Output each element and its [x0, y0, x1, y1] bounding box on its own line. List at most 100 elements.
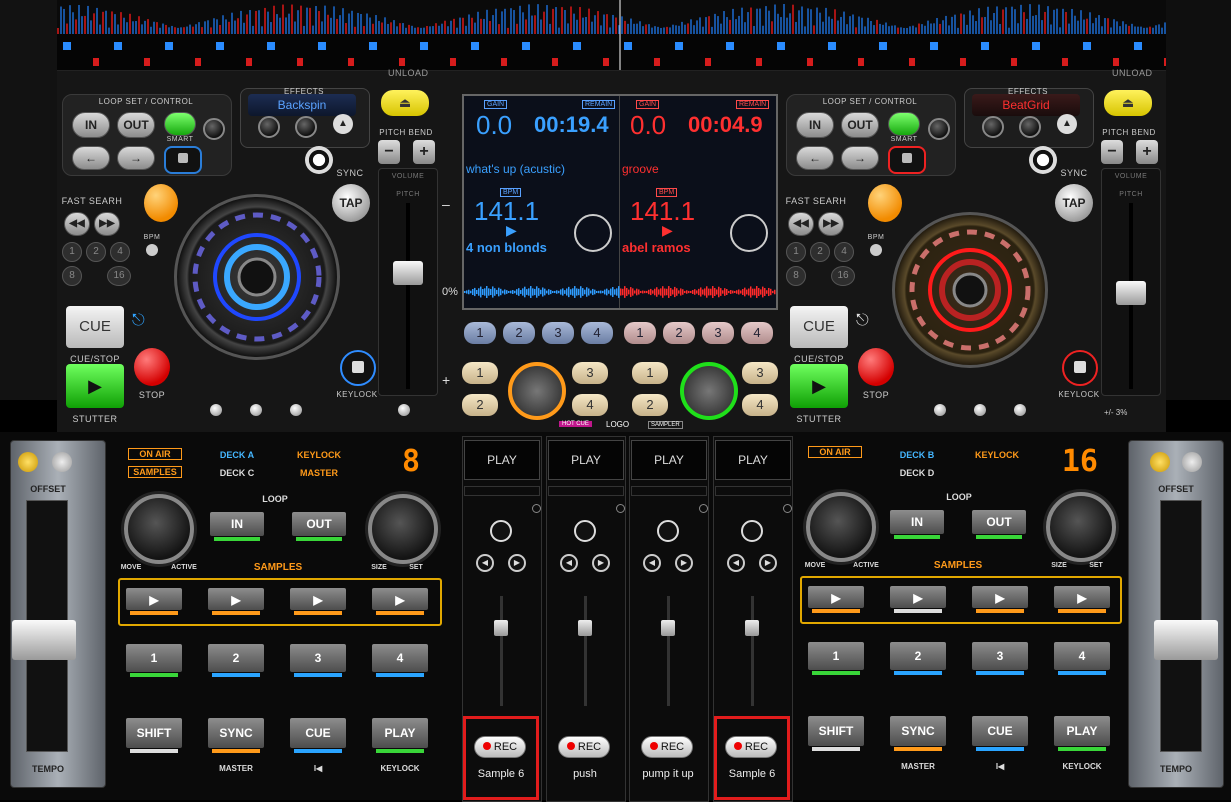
- loop-in-button-a[interactable]: IN: [72, 112, 110, 138]
- hotcue-b-2[interactable]: 2: [663, 322, 695, 344]
- eject-button-a[interactable]: ⏏: [381, 90, 429, 116]
- cue-button-b[interactable]: CUE: [790, 306, 848, 348]
- pitch-fader-a[interactable]: VOLUME PITCH: [378, 168, 438, 396]
- pad-left-1[interactable]: 1: [126, 644, 182, 677]
- stop-button-a[interactable]: [134, 348, 170, 386]
- offset-plus-button-left[interactable]: [52, 452, 72, 472]
- next-icon[interactable]: ▶: [592, 554, 610, 572]
- bottom-dot-a-3[interactable]: [290, 404, 302, 416]
- tap-button-a[interactable]: TAP: [332, 184, 370, 222]
- hotcue-b-4[interactable]: 4: [741, 322, 773, 344]
- channel-play-button-4[interactable]: PLAY: [715, 440, 791, 480]
- sampler-a-3[interactable]: 3: [572, 362, 608, 384]
- keylock-button-b[interactable]: [1062, 350, 1098, 386]
- sample-play-right-2[interactable]: ▶: [890, 586, 946, 613]
- jog-wheel-b[interactable]: [892, 212, 1048, 368]
- deck-d-label[interactable]: DECK D: [892, 468, 942, 478]
- orange-ball-button-a[interactable]: [144, 184, 178, 222]
- fx-knob-1-b[interactable]: [982, 116, 1004, 138]
- cue-button-a[interactable]: CUE: [66, 306, 124, 348]
- deck-b-label[interactable]: DECK B: [892, 450, 942, 460]
- pitch-bend-plus-a[interactable]: +: [413, 140, 435, 164]
- headphones-icon-a[interactable]: ⎋: [132, 312, 150, 330]
- loop-next-button-a[interactable]: →: [117, 146, 155, 170]
- channel-fader-3[interactable]: [661, 620, 675, 636]
- pitch-bend-minus-a[interactable]: −: [378, 140, 400, 164]
- bottom-dot-a-1[interactable]: [210, 404, 222, 416]
- sampler-b-1[interactable]: 1: [632, 362, 668, 384]
- fx-knob-1-a[interactable]: [258, 116, 280, 138]
- loop-prev-button-a[interactable]: ←: [72, 146, 110, 170]
- loop-num-b-16[interactable]: 16: [831, 266, 855, 286]
- pitch-bend-plus-b[interactable]: +: [1136, 140, 1158, 164]
- sampler-tag[interactable]: SAMPLER: [648, 421, 683, 429]
- loop-out-right[interactable]: OUT: [972, 510, 1026, 539]
- loop-knob-b[interactable]: [928, 118, 950, 140]
- sample-play-right-3[interactable]: ▶: [972, 586, 1028, 613]
- loop-knob-a[interactable]: [203, 118, 225, 140]
- loop-move-knob-right[interactable]: [806, 492, 876, 562]
- pitch-bend-minus-b[interactable]: −: [1101, 140, 1123, 164]
- pad-left-2[interactable]: 2: [208, 644, 264, 677]
- hotcue-a-4[interactable]: 4: [581, 322, 613, 344]
- next-icon[interactable]: ▶: [759, 554, 777, 572]
- sample-play-right-4[interactable]: ▶: [1054, 586, 1110, 613]
- bottom-dot-b-2[interactable]: [974, 404, 986, 416]
- offset-plus-button-right[interactable]: [1182, 452, 1202, 472]
- channel-play-button-3[interactable]: PLAY: [631, 440, 707, 480]
- prev-icon[interactable]: ◀: [643, 554, 661, 572]
- loop-size-knob-left[interactable]: [368, 494, 438, 564]
- rewind-button-a[interactable]: ◀◀: [64, 212, 90, 236]
- effect-display-a[interactable]: Backspin: [248, 94, 356, 116]
- bottom-dot-b-1[interactable]: [934, 404, 946, 416]
- loop-num-b-4[interactable]: 4: [834, 242, 854, 262]
- forward-button-b[interactable]: ▶▶: [818, 212, 844, 236]
- sampler-knob-b[interactable]: [680, 362, 738, 420]
- effect-display-b[interactable]: BeatGrid: [972, 94, 1080, 116]
- loop-num-a-8[interactable]: 8: [62, 266, 82, 286]
- loop-out-left[interactable]: OUT: [292, 512, 346, 541]
- play-button-b[interactable]: ▶: [790, 364, 848, 408]
- channel-fader-1[interactable]: [494, 620, 508, 636]
- offset-minus-button-left[interactable]: [18, 452, 38, 472]
- jog-wheel-a[interactable]: [174, 194, 340, 360]
- pad-right-4[interactable]: 4: [1054, 642, 1110, 675]
- tempo-cap-right[interactable]: [1154, 620, 1218, 660]
- loop-num-a-16[interactable]: 16: [107, 266, 131, 286]
- prev-icon[interactable]: ◀: [476, 554, 494, 572]
- hotcue-b-1[interactable]: 1: [624, 322, 656, 344]
- loop-num-a-2[interactable]: 2: [86, 242, 106, 262]
- tap-button-b[interactable]: TAP: [1055, 184, 1093, 222]
- shift-button-right[interactable]: SHIFT: [808, 716, 864, 751]
- power-icon[interactable]: [574, 520, 596, 542]
- sampler-b-3[interactable]: 3: [742, 362, 778, 384]
- sample-play-left-2[interactable]: ▶: [208, 588, 264, 615]
- next-icon[interactable]: ▶: [675, 554, 693, 572]
- play-button-left[interactable]: PLAY: [372, 718, 428, 753]
- keylock-button-a[interactable]: [340, 350, 376, 386]
- sampler-b-4[interactable]: 4: [742, 394, 778, 416]
- hotcue-a-1[interactable]: 1: [464, 322, 496, 344]
- loop-size-knob-right[interactable]: [1046, 492, 1116, 562]
- eject-button-b[interactable]: ⏏: [1104, 90, 1152, 116]
- loop-prev-button-b[interactable]: ←: [796, 146, 834, 170]
- loop-in-button-b[interactable]: IN: [796, 112, 834, 138]
- loop-out-button-a[interactable]: OUT: [117, 112, 155, 138]
- bottom-dot-b-3[interactable]: [1014, 404, 1026, 416]
- pitch-cap-b[interactable]: [1116, 281, 1146, 305]
- sampler-knob-a[interactable]: [508, 362, 566, 420]
- loop-num-b-1[interactable]: 1: [786, 242, 806, 262]
- loop-out-button-b[interactable]: OUT: [841, 112, 879, 138]
- play-button-right[interactable]: PLAY: [1054, 716, 1110, 751]
- headphones-icon-b[interactable]: ⎋: [856, 312, 874, 330]
- pad-left-3[interactable]: 3: [290, 644, 346, 677]
- loop-in-right[interactable]: IN: [890, 510, 944, 539]
- smart-lock-button-a[interactable]: [164, 146, 202, 174]
- sampler-a-4[interactable]: 4: [572, 394, 608, 416]
- channel-fader-2[interactable]: [578, 620, 592, 636]
- deck-a-label[interactable]: DECK A: [212, 450, 262, 460]
- sampler-b-2[interactable]: 2: [632, 394, 668, 416]
- cue-button-left[interactable]: CUE: [290, 718, 346, 753]
- hotcue-b-3[interactable]: 3: [702, 322, 734, 344]
- loop-move-knob-left[interactable]: [124, 494, 194, 564]
